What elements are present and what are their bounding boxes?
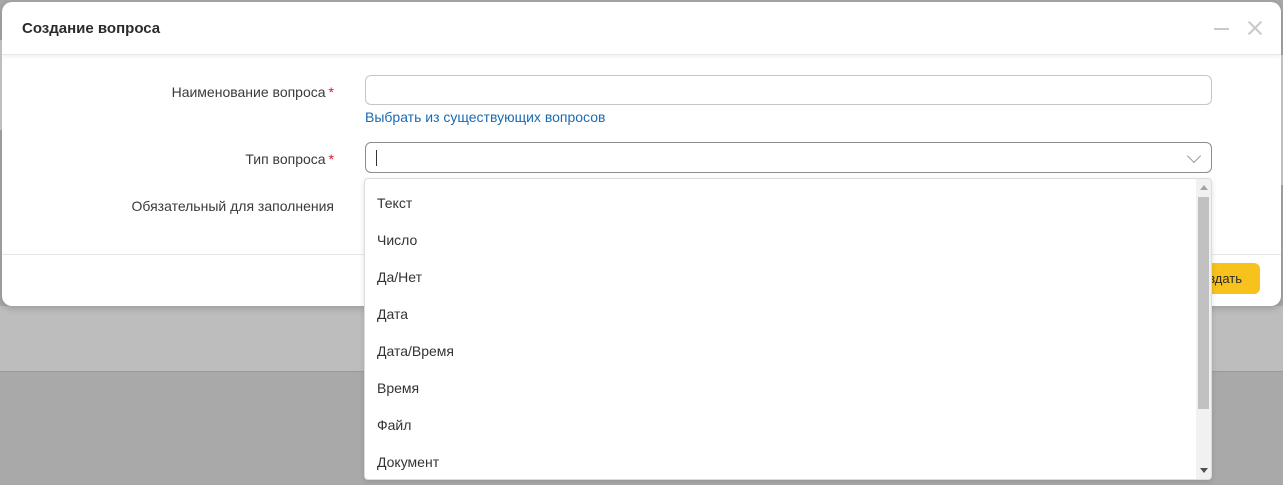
mandatory-label: Обязательный для заполнения: [131, 198, 334, 214]
dropdown-option-yes-no[interactable]: Да/Нет: [365, 259, 1195, 296]
dropdown-option-datetime[interactable]: Дата/Время: [365, 333, 1195, 370]
scroll-up-icon[interactable]: [1200, 185, 1208, 190]
modal-title: Создание вопроса: [22, 20, 161, 37]
dropdown-option-text[interactable]: Текст: [365, 185, 1195, 222]
question-name-input[interactable]: [365, 75, 1212, 105]
required-mark: *: [328, 151, 334, 167]
chevron-down-icon[interactable]: [1186, 148, 1202, 164]
required-mark: *: [328, 84, 334, 100]
minimize-icon[interactable]: [1212, 18, 1232, 38]
scroll-down-icon[interactable]: [1200, 468, 1208, 473]
choose-existing-link[interactable]: Выбрать из существующих вопросов: [365, 109, 605, 125]
text-caret: [376, 150, 377, 166]
question-name-label: Наименование вопроса *: [171, 84, 334, 100]
dropdown-option-number[interactable]: Число: [365, 222, 1195, 259]
dropdown-option-document[interactable]: Документ: [365, 444, 1195, 479]
question-type-label: Тип вопроса *: [245, 151, 334, 167]
dropdown-option-file[interactable]: Файл: [365, 407, 1195, 444]
scroll-thumb[interactable]: [1198, 197, 1209, 409]
close-icon[interactable]: [1245, 18, 1265, 38]
question-type-dropdown: Текст Число Да/Нет Дата Дата/Время Время…: [364, 178, 1212, 480]
modal-header: Создание вопроса: [2, 2, 1281, 55]
question-type-select[interactable]: [365, 142, 1212, 173]
dropdown-scrollbar[interactable]: [1196, 179, 1211, 479]
dropdown-option-time[interactable]: Время: [365, 370, 1195, 407]
dropdown-option-date[interactable]: Дата: [365, 296, 1195, 333]
